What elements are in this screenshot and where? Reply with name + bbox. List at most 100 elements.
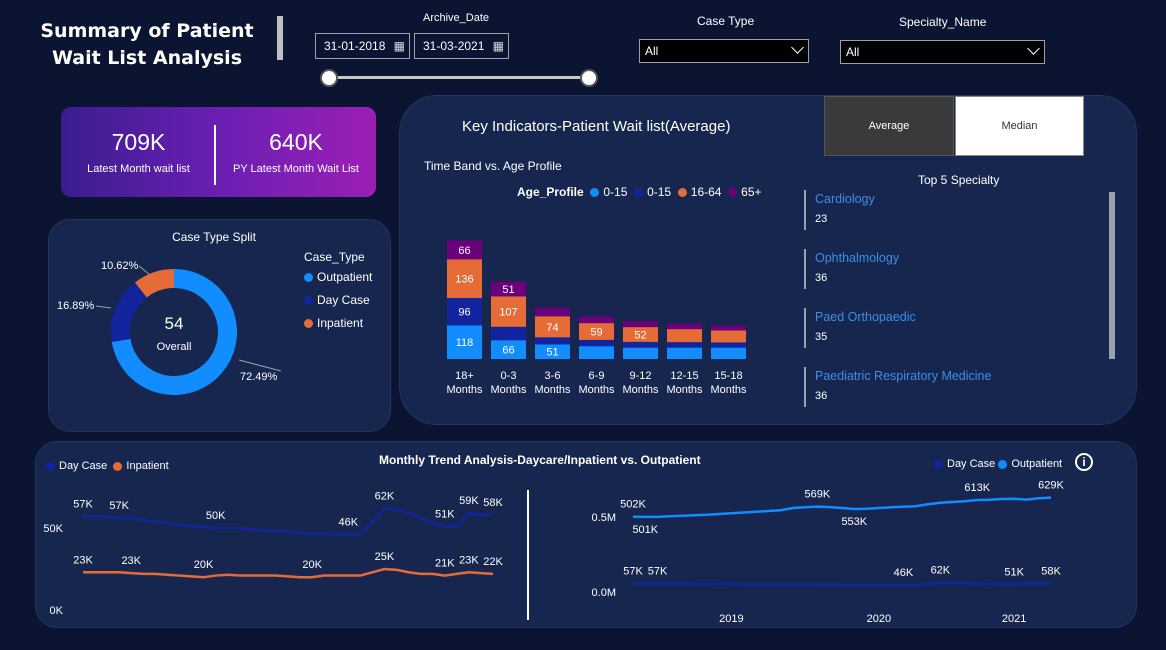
x-tick-label: Months: [666, 384, 703, 396]
data-label: 20K: [194, 559, 214, 571]
bar-data-label: 74: [546, 322, 558, 334]
monthly-trend-charts: 50K 0K 2019 2020 2021 57K 57K 50K 46K 62K 51K 59K 58…: [43, 480, 1064, 625]
data-label: 57K: [109, 500, 129, 512]
py-wait-list-value: 640K: [269, 129, 323, 155]
data-label: 23K: [121, 555, 141, 567]
bar-segment: [579, 339, 614, 347]
bar-segment: [623, 341, 658, 348]
data-label: 553K: [841, 516, 867, 528]
donut-center-caption: Overall: [156, 341, 192, 353]
x-tick-label: 12-15: [670, 370, 698, 382]
case-type-dropdown[interactable]: All: [639, 39, 809, 63]
slider-handle-start[interactable]: [320, 69, 338, 87]
bar-data-label: 52: [634, 329, 646, 341]
data-label: 58K: [1041, 565, 1061, 577]
leader-line: [95, 305, 112, 309]
pct-outpatient: 72.49%: [240, 371, 278, 383]
data-label: 23K: [459, 554, 479, 566]
bar-data-label: 118: [456, 337, 474, 349]
bar-segment: [667, 342, 702, 348]
list-item[interactable]: Paediatric Respiratory Medicine 36: [815, 369, 991, 402]
median-button[interactable]: Median: [955, 96, 1084, 156]
date-range-slider[interactable]: [329, 76, 589, 79]
specialty-name: Ophthalmology: [815, 251, 900, 265]
x-tick-label: 2019: [719, 613, 743, 625]
pct-inpatient: 10.62%: [101, 260, 139, 272]
x-tick-label: 18+: [455, 370, 474, 382]
monthly-trend-panel: Day Case Inpatient Monthly Trend Analysi…: [35, 441, 1137, 628]
x-tick-label: 0-3: [501, 370, 517, 382]
calendar-icon[interactable]: ▦: [493, 34, 504, 58]
bar-data-label: 59: [590, 326, 602, 338]
data-label: 23K: [73, 554, 93, 566]
top5-list: [804, 190, 806, 414]
legend-label: Inpatient: [317, 316, 364, 330]
y-tick-label: 0.5M: [592, 512, 616, 524]
data-label: 46K: [339, 517, 359, 529]
case-type-split-panel: Case Type Split 54 Overall 72.49% 16.89%…: [48, 219, 391, 432]
specialty-value: 35: [815, 331, 828, 343]
bar-segment: [579, 346, 614, 359]
list-item[interactable]: Cardiology 23: [815, 192, 875, 225]
bar-segment: [535, 307, 570, 317]
data-label: 50K: [206, 510, 226, 522]
data-label: 62K: [375, 490, 395, 502]
data-label: 58K: [483, 497, 503, 509]
list-item-divider: [804, 367, 806, 407]
x-tick-label: Months: [578, 384, 615, 396]
data-label: 59K: [459, 495, 479, 507]
donut-slice: [111, 282, 147, 342]
data-label: 62K: [931, 565, 951, 577]
series-line: [633, 581, 1051, 587]
x-tick-label: Months: [534, 384, 571, 396]
leader-line: [138, 265, 150, 275]
data-label: 501K: [632, 524, 658, 536]
series-line: [83, 506, 493, 536]
bar-segment: [623, 347, 658, 359]
key-indicators-panel: Key Indicators-Patient Wait list(Average…: [399, 95, 1137, 425]
x-tick-label: Months: [622, 384, 659, 396]
data-label: 51K: [1004, 566, 1024, 578]
top5-title: Top 5 Specialty: [918, 173, 1000, 187]
data-label: 57K: [623, 565, 643, 577]
pct-daycase: 16.89%: [57, 300, 95, 312]
average-button[interactable]: Average: [824, 96, 954, 156]
date-from-value: 31-01-2018: [324, 39, 386, 53]
scrollbar[interactable]: [1109, 192, 1115, 359]
bar-data-label: 51: [502, 284, 514, 296]
data-label: 21K: [435, 558, 455, 570]
data-label: 25K: [375, 551, 395, 563]
bar-segment: [579, 316, 614, 324]
data-label: 51K: [435, 508, 455, 520]
slider-handle-end[interactable]: [580, 69, 598, 87]
date-from-input[interactable]: 31-01-2018 ▦: [315, 33, 410, 59]
case-type-label: Case Type: [697, 14, 755, 28]
bar-segment: [491, 326, 526, 341]
x-tick-label: Months: [710, 384, 747, 396]
page-title: Summary of Patient Wait List Analysis: [40, 20, 254, 69]
case-type-legend-title: Case_Type: [304, 250, 365, 264]
calendar-icon[interactable]: ▦: [394, 34, 405, 58]
date-to-input[interactable]: 31-03-2021 ▦: [414, 33, 509, 59]
latest-wait-list-value: 709K: [111, 129, 166, 155]
y-tick-label: 0K: [50, 605, 64, 617]
legend-daycase: Day Case: [304, 293, 370, 307]
legend-dot-icon: [304, 273, 313, 283]
specialty-value: 36: [815, 272, 828, 284]
data-label: 22K: [483, 556, 503, 568]
archive-date-label: Archive_Date: [423, 12, 490, 24]
legend-outpatient: Outpatient: [304, 270, 372, 284]
list-item[interactable]: Ophthalmology 36: [815, 251, 899, 284]
x-tick-label: 2020: [867, 613, 891, 625]
date-to-value: 31-03-2021: [423, 39, 485, 53]
specialty-dropdown[interactable]: All: [840, 40, 1045, 64]
specialty-name: Paed Orthopaedic: [815, 310, 916, 324]
series-line: [632, 496, 1052, 519]
list-item[interactable]: Paed Orthopaedic 35: [815, 310, 916, 343]
bar-segment: [667, 347, 702, 359]
bar-data-label: 96: [458, 307, 470, 319]
kpi-card: 709K Latest Month wait list 640K PY Late…: [61, 107, 376, 197]
data-label: 20K: [302, 559, 322, 571]
data-label: 569K: [805, 489, 831, 501]
specialty-name: Paediatric Respiratory Medicine: [815, 369, 992, 383]
